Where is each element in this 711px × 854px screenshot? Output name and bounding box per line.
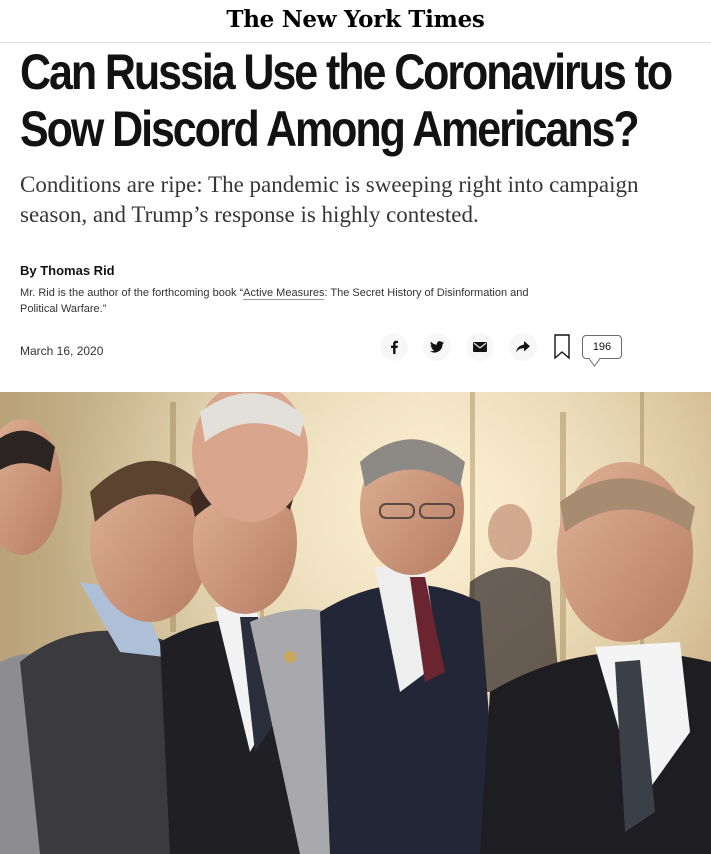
facebook-icon bbox=[391, 340, 398, 354]
bio-prefix: Mr. Rid is the author of the forthcoming… bbox=[20, 287, 244, 299]
share-arrow-icon bbox=[516, 341, 530, 353]
share-toolbar: 196 bbox=[380, 333, 622, 361]
article-photo bbox=[0, 392, 711, 854]
email-icon bbox=[473, 342, 487, 352]
twitter-icon bbox=[430, 341, 444, 353]
nyt-logo[interactable]: The New York Times bbox=[226, 6, 484, 33]
article-summary: Conditions are ripe: The pandemic is swe… bbox=[20, 172, 639, 227]
bookmark-icon bbox=[554, 334, 570, 360]
comments-button[interactable]: 196 bbox=[582, 335, 622, 359]
save-bookmark-button[interactable] bbox=[554, 334, 570, 360]
facebook-share-button[interactable] bbox=[380, 333, 408, 361]
publish-date: March 16, 2020 bbox=[20, 344, 104, 358]
byline[interactable]: By Thomas Rid bbox=[20, 263, 115, 278]
more-share-button[interactable] bbox=[509, 333, 537, 361]
email-share-button[interactable] bbox=[466, 333, 494, 361]
author-bio: Mr. Rid is the author of the forthcoming… bbox=[20, 285, 540, 317]
article-headline: Can Russia Use the Coronavirus to Sow Di… bbox=[20, 44, 673, 157]
twitter-share-button[interactable] bbox=[423, 333, 451, 361]
masthead[interactable]: The New York Times bbox=[0, 0, 711, 43]
book-link[interactable]: Active Measures bbox=[243, 287, 325, 300]
